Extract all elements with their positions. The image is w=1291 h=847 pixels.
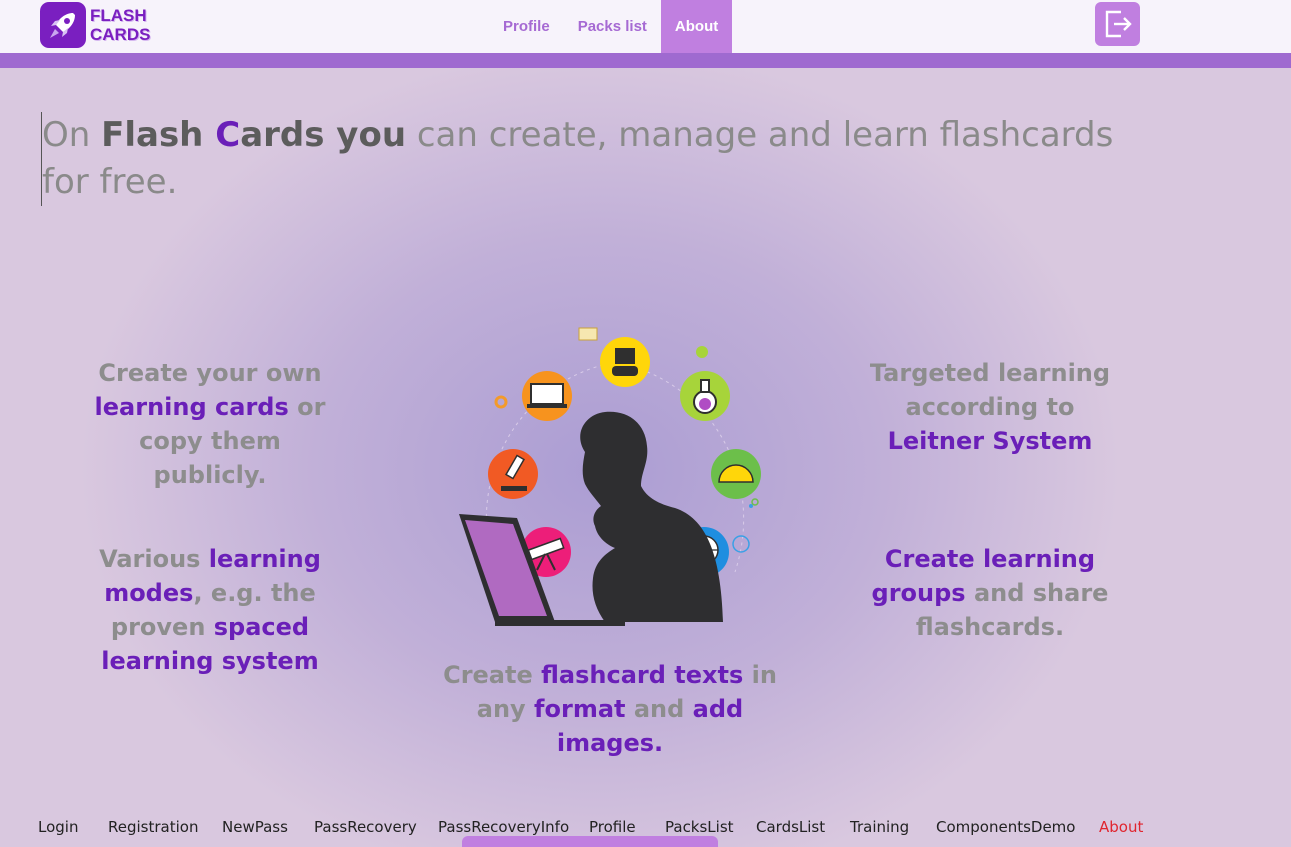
footer-link-profile[interactable]: Profile — [589, 818, 636, 836]
feature-highlight: format — [534, 695, 626, 723]
student-avatar-icon — [600, 337, 650, 387]
footer-link-about[interactable]: About — [1099, 818, 1143, 836]
gear-icon — [494, 395, 508, 409]
student-silhouette — [580, 411, 723, 622]
rocket-icon — [40, 2, 86, 48]
feature-create-cards: Create your own learning cards or copy t… — [85, 356, 335, 492]
brand-logo[interactable]: FLASH CARDS — [40, 2, 150, 48]
footer-scroll-tab[interactable] — [462, 836, 718, 847]
footer-link-packslist[interactable]: PacksList — [665, 818, 734, 836]
footer-link-passrecovery[interactable]: PassRecovery — [314, 818, 417, 836]
footer-link-login[interactable]: Login — [38, 818, 78, 836]
feature-highlight: flashcard texts — [541, 661, 744, 689]
microscope-icon — [488, 449, 538, 499]
header: FLASH CARDS Profile Packs list About — [0, 0, 1291, 53]
logout-icon — [1105, 10, 1132, 38]
student-laptop-illustration — [459, 327, 761, 626]
intro-brand-flash: Flash — [101, 115, 216, 155]
protractor-icon — [711, 449, 761, 499]
feature-learning-modes: Various learning modes, e.g. the proven … — [85, 542, 335, 678]
intro-brand-c: C — [215, 115, 241, 155]
feature-text: Targeted learning according to — [869, 359, 1111, 421]
feature-leitner: Targeted learning according to Leitner S… — [865, 356, 1115, 458]
nav-item-about[interactable]: About — [660, 0, 733, 53]
feature-highlight: learning cards — [94, 393, 289, 421]
book-icon — [578, 327, 598, 341]
header-accent-bar — [0, 53, 1291, 68]
intro-brand-rest: ards you — [240, 115, 407, 155]
brand-line-2: CARDS — [90, 25, 151, 44]
footer-link-passrecoveryinfo[interactable]: PassRecoveryInfo — [438, 818, 569, 836]
feature-flashcard-texts: Create flashcard texts in any format and… — [420, 658, 800, 760]
main-nav: Profile Packs list About — [489, 0, 733, 53]
logout-button[interactable] — [1095, 2, 1140, 46]
computer-icon — [522, 371, 572, 421]
footer-link-cardslist[interactable]: CardsList — [756, 818, 825, 836]
brand-line-1: FLASH — [90, 6, 147, 25]
intro-text: On Flash Cards you can create, manage an… — [41, 112, 1142, 206]
feature-text: Create your own — [98, 359, 322, 387]
feature-text: Create — [443, 661, 542, 689]
feature-groups: Create learning groups and share flashca… — [865, 542, 1115, 644]
bulb-icon — [696, 346, 708, 358]
intro-prefix: On — [42, 115, 102, 155]
footer-link-registration[interactable]: Registration — [108, 818, 198, 836]
feature-text: and — [625, 695, 693, 723]
flask-icon — [680, 371, 730, 421]
feature-highlight: Leitner System — [887, 427, 1093, 455]
brand-name: FLASH CARDS — [90, 6, 150, 44]
footer-link-componentsdemo[interactable]: ComponentsDemo — [936, 818, 1075, 836]
nav-item-profile[interactable]: Profile — [489, 0, 564, 53]
nav-item-packs-list[interactable]: Packs list — [564, 0, 661, 53]
feature-text: Various — [99, 545, 209, 573]
footer-link-training[interactable]: Training — [850, 818, 909, 836]
footer-link-newpass[interactable]: NewPass — [222, 818, 288, 836]
